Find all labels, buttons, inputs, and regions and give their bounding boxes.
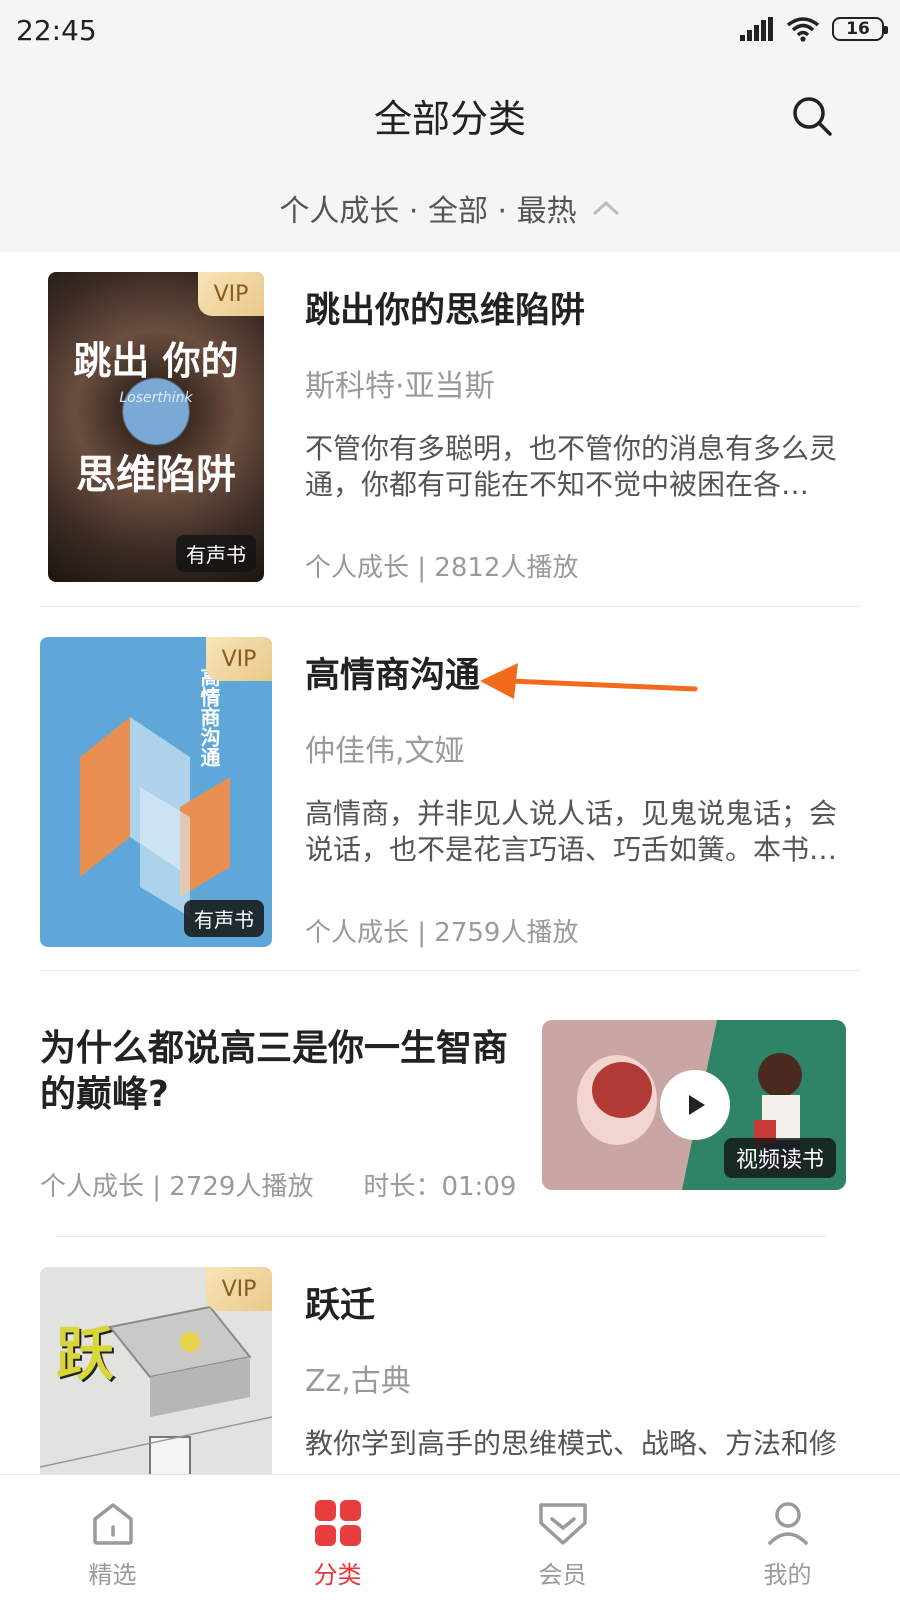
vip-diamond-icon bbox=[538, 1503, 587, 1545]
book-meta: 个人成长 | 2812人播放 bbox=[305, 553, 579, 583]
profile-icon bbox=[767, 1502, 808, 1545]
book-item[interactable]: 跳出 你的 Loserthink 思维陷阱 VIP 有声书 跳出你的思维陷阱 斯… bbox=[40, 272, 860, 632]
cover-title-line2: 思维陷阱 bbox=[76, 452, 236, 498]
bottom-nav: 精选 分类 会员 我的 bbox=[0, 1474, 900, 1600]
search-button[interactable] bbox=[784, 88, 840, 144]
book-item[interactable]: 高情商沟通 VIP 有声书 高情商沟通 仲佳伟,文娅 高情商，并非见人说人话，见… bbox=[40, 637, 860, 997]
nav-item-featured[interactable]: 精选 bbox=[0, 1475, 225, 1600]
home-icon bbox=[92, 1503, 133, 1545]
book-description: 教你学到高手的思维模式、战略、方法和修炼… bbox=[305, 1427, 838, 1460]
book-author: Zz,古典 bbox=[305, 1364, 411, 1399]
book-meta: 个人成长 | 2759人播放 bbox=[305, 918, 579, 948]
header: 全部分类 bbox=[0, 64, 900, 164]
video-meta: 个人成长 | 2729人播放 时长：01:09 bbox=[40, 1166, 520, 1203]
play-button[interactable] bbox=[660, 1070, 730, 1140]
book-cover-image: 跃 VIP bbox=[40, 1267, 272, 1474]
cover-subtitle: Loserthink bbox=[119, 390, 193, 406]
category-grid-icon bbox=[314, 1500, 361, 1546]
video-item[interactable]: 为什么都说高三是你一生智商的巅峰? 个人成长 | 2729人播放 时长：01:0… bbox=[40, 1020, 860, 1220]
wifi-icon bbox=[786, 17, 820, 42]
status-time: 22:45 bbox=[16, 14, 97, 47]
video-duration: 时长：01:09 bbox=[363, 1172, 517, 1202]
nav-label: 我的 bbox=[763, 1561, 812, 1589]
video-play-count: 个人成长 | 2729人播放 bbox=[40, 1172, 314, 1202]
book-title: 跃迁 bbox=[305, 1286, 376, 1326]
book-author: 斯科特·亚当斯 bbox=[305, 369, 495, 404]
book-info: 跳出你的思维陷阱 斯科特·亚当斯 不管你有多聪明，也不管你的消息有多么灵通，你都… bbox=[305, 272, 860, 584]
audiobook-badge: 有声书 bbox=[184, 900, 264, 937]
vip-badge: VIP bbox=[206, 1267, 272, 1311]
cover-title: 跃 bbox=[56, 1320, 115, 1388]
nav-label: 分类 bbox=[313, 1561, 362, 1589]
book-item[interactable]: 跃 VIP 跃迁 Zz,古典 教你学到高手的思维模式、战略、方法和修炼… bbox=[40, 1267, 860, 1474]
divider bbox=[40, 970, 860, 971]
annotation-arrow bbox=[480, 663, 698, 699]
cover-title-line1: 跳出 你的 bbox=[73, 339, 239, 383]
book-description: 高情商，并非见人说人话，见鬼说鬼话；会说话，也不是花言巧语、巧舌如簧。本书… bbox=[305, 797, 838, 866]
nav-label: 会员 bbox=[538, 1561, 587, 1589]
video-book-badge: 视频读书 bbox=[723, 1138, 836, 1178]
page-title: 全部分类 bbox=[373, 97, 526, 141]
book-cover-image: 高情商沟通 VIP 有声书 bbox=[40, 637, 272, 947]
content-list: 跳出 你的 Loserthink 思维陷阱 VIP 有声书 跳出你的思维陷阱 斯… bbox=[0, 252, 900, 1474]
book-info: 跃迁 Zz,古典 教你学到高手的思维模式、战略、方法和修炼… bbox=[305, 1267, 860, 1462]
play-icon bbox=[689, 1095, 705, 1115]
filter-bar[interactable]: 个人成长 · 全部 · 最热 bbox=[0, 164, 900, 252]
book-title: 跳出你的思维陷阱 bbox=[305, 291, 586, 331]
vip-badge: VIP bbox=[198, 272, 264, 316]
book-description: 不管你有多聪明，也不管你的消息有多么灵通，你都有可能在不知不觉中被困在各… bbox=[305, 432, 838, 501]
book-cover-image: 跳出 你的 Loserthink 思维陷阱 VIP 有声书 bbox=[48, 272, 264, 582]
signal-icon bbox=[740, 17, 773, 41]
audiobook-badge: 有声书 bbox=[176, 535, 256, 572]
divider bbox=[56, 1236, 826, 1237]
vip-badge: VIP bbox=[206, 637, 272, 681]
cover-title: 高情商沟通 bbox=[197, 667, 221, 767]
book-author: 仲佳伟,文娅 bbox=[305, 734, 465, 769]
status-icons: 16 bbox=[740, 16, 888, 42]
nav-item-profile[interactable]: 我的 bbox=[675, 1475, 900, 1600]
nav-label: 精选 bbox=[88, 1561, 137, 1589]
filter-text: 个人成长 · 全部 · 最热 bbox=[279, 194, 577, 229]
video-thumbnail[interactable]: 视频读书 bbox=[542, 1020, 846, 1190]
battery-indicator: 16 bbox=[832, 17, 888, 41]
nav-item-vip[interactable]: 会员 bbox=[450, 1475, 675, 1600]
chevron-up-icon bbox=[592, 200, 619, 216]
divider bbox=[40, 606, 860, 607]
nav-item-category[interactable]: 分类 bbox=[225, 1475, 450, 1600]
status-bar: 22:45 16 bbox=[0, 0, 900, 64]
search-icon bbox=[793, 97, 832, 136]
video-title: 为什么都说高三是你一生智商的巅峰? bbox=[40, 1028, 509, 1115]
